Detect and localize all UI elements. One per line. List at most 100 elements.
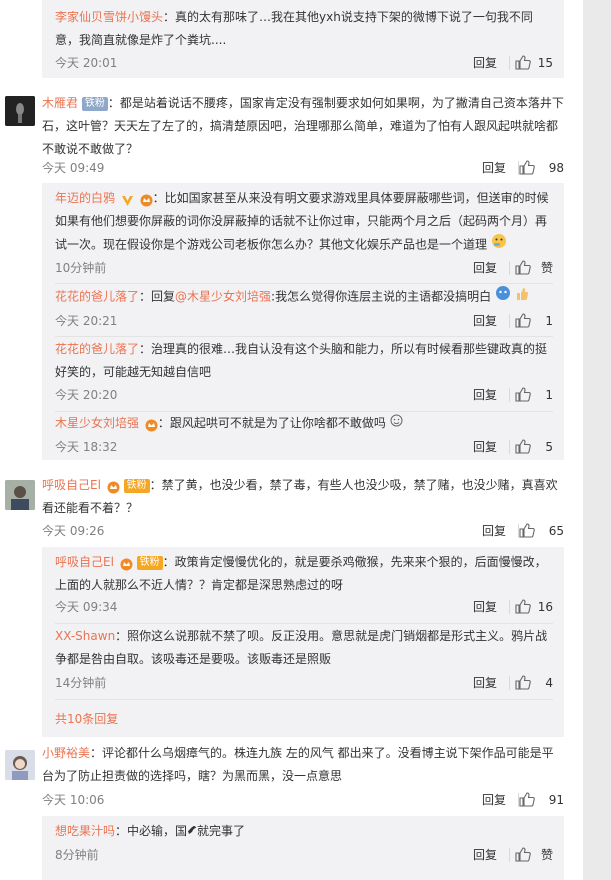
emoji-icon bbox=[390, 412, 403, 435]
sub-reply-box: 年迈的白鸦 ：比如国家甚至从来没有明文要求游戏里具体要屏蔽哪些词，但送审的时候如… bbox=[42, 183, 564, 460]
like-count: 1 bbox=[545, 388, 553, 402]
bird-emoji-icon bbox=[187, 820, 197, 843]
thumbs-up-icon bbox=[515, 260, 531, 275]
comment-content: ：都是站着说话不腰疼，国家肯定没有强制要求如何如果啊，为了撇清自己资本落井下石，… bbox=[42, 96, 564, 156]
comment-text: 呼吸自己El 铁粉 ：禁了黄，也没少看，禁了毒，有些人也没少吸，禁了赌，也没少赌，… bbox=[42, 474, 564, 520]
sub-reply-text: 呼吸自己El 铁粉 ：政策肯定慢慢优化的，就是要杀鸡儆猴，先来来个狠的，后面慢慢改… bbox=[55, 551, 553, 597]
divider bbox=[55, 699, 553, 700]
crown-badge-icon bbox=[145, 417, 158, 432]
timestamp: 今天 10:06 bbox=[42, 793, 105, 807]
avatar[interactable] bbox=[5, 750, 35, 780]
thumbs-up-icon bbox=[515, 55, 531, 70]
fan-badge: 铁粉 bbox=[123, 478, 150, 493]
divider bbox=[509, 388, 510, 402]
sub-reply-text: 年迈的白鸦 ：比如国家甚至从来没有明文要求游戏里具体要屏蔽哪些词，但送审的时候如… bbox=[55, 187, 553, 257]
like-count: 91 bbox=[548, 793, 564, 807]
sub-reply-box-top: 李家仙贝雪饼小馒头：真的太有那味了…我在其他yxh说支持下架的微博下说了一句我不… bbox=[42, 0, 564, 78]
username-link[interactable]: 想吃果汁吗 bbox=[55, 824, 115, 838]
username-link[interactable]: 呼吸自己El bbox=[42, 478, 101, 492]
reply-button[interactable]: 回复 bbox=[473, 597, 497, 617]
divider bbox=[509, 676, 510, 690]
like-count: 1 bbox=[545, 314, 553, 328]
reply-button[interactable]: 回复 bbox=[473, 311, 497, 331]
vip-icon bbox=[121, 192, 134, 206]
comment-meta: 今天 09:49 回复 98 bbox=[42, 158, 564, 178]
comment-meta: 今天 10:06 回复 91 bbox=[42, 790, 564, 810]
comment-item: 小野裕美：评论都什么乌烟瘴气的。株连九族 左的风气 都出来了。没看博主说下架作品… bbox=[0, 742, 583, 880]
like-count: 15 bbox=[537, 56, 553, 70]
username-link[interactable]: 小野裕美 bbox=[42, 746, 90, 760]
reply-meta: 今天 20:01 回复 15 bbox=[55, 53, 553, 73]
timestamp: 今天 09:34 bbox=[55, 600, 118, 614]
reply-button[interactable]: 回复 bbox=[473, 673, 497, 693]
timestamp: 8分钟前 bbox=[55, 848, 99, 862]
sub-reply-text: 花花的爸儿落了：回复@木星少女刘培强:我怎么觉得你连层主说的主语都没搞明白 bbox=[55, 285, 553, 309]
crown-badge-icon bbox=[140, 192, 153, 207]
username-link[interactable]: 花花的爸儿落了 bbox=[55, 290, 139, 304]
like-count: 5 bbox=[545, 440, 553, 454]
reply-button[interactable]: 回复 bbox=[482, 790, 506, 810]
face-emoji-icon bbox=[495, 285, 511, 309]
reply-meta: 今天 09:34 回复 16 bbox=[55, 597, 553, 617]
more-replies-link[interactable]: 共10条回复 bbox=[55, 709, 118, 729]
reply-button[interactable]: 回复 bbox=[473, 258, 497, 278]
sub-reply-text: 李家仙贝雪饼小馒头：真的太有那味了…我在其他yxh说支持下架的微博下说了一句我不… bbox=[55, 6, 553, 52]
divider bbox=[509, 314, 510, 328]
comment-content: ：评论都什么乌烟瘴气的。株连九族 左的风气 都出来了。没看博主说下架作品可能是平… bbox=[42, 746, 554, 783]
thumbs-up-icon bbox=[515, 847, 531, 862]
username-link[interactable]: 木星少女刘培强 bbox=[55, 416, 139, 430]
sub-reply-text: XX-Shawn：照你这么说那就不禁了呗。反正没用。意思就是虎门销烟都是形式主义… bbox=[55, 625, 553, 671]
crown-badge-icon bbox=[120, 556, 133, 571]
thumbs-up-emoji-icon bbox=[515, 285, 529, 309]
divider bbox=[509, 56, 510, 70]
divider bbox=[55, 623, 553, 624]
sub-reply-box: 呼吸自己El 铁粉 ：政策肯定慢慢优化的，就是要杀鸡儆猴，先来来个狠的，后面慢慢改… bbox=[42, 547, 564, 737]
reply-prefix: ：回复 bbox=[139, 289, 176, 304]
thumbs-up-icon bbox=[515, 599, 531, 614]
thumbs-up-icon bbox=[519, 792, 535, 807]
sub-reply-text: 想吃果汁吗：中必输，国 就完事了 bbox=[55, 820, 553, 843]
comment-content: ：禁了黄，也没少看，禁了毒，有些人也没少吸，禁了赌，也没少赌，真喜欢看还能看不着… bbox=[42, 478, 558, 515]
reply-button[interactable]: 回复 bbox=[473, 385, 497, 405]
fan-badge: 铁粉 bbox=[81, 96, 108, 111]
username-link[interactable]: 呼吸自己El bbox=[55, 555, 114, 569]
divider bbox=[509, 440, 510, 454]
divider bbox=[55, 283, 553, 284]
reply-content-after: 就完事了 bbox=[197, 824, 246, 838]
reply-meta: 今天 20:20 回复 1 bbox=[55, 385, 553, 405]
username-link[interactable]: 木雁君 bbox=[42, 96, 78, 110]
mention-link[interactable]: @木星少女刘培强 bbox=[175, 290, 271, 304]
like-count: 赞 bbox=[540, 261, 553, 275]
divider bbox=[509, 600, 510, 614]
thumbs-up-icon bbox=[515, 387, 531, 402]
like-count: 98 bbox=[548, 161, 564, 175]
avatar[interactable] bbox=[5, 480, 35, 510]
timestamp: 今天 18:32 bbox=[55, 440, 118, 454]
timestamp: 今天 09:26 bbox=[42, 524, 105, 538]
reply-button[interactable]: 回复 bbox=[473, 53, 497, 73]
fan-badge: 铁粉 bbox=[136, 555, 163, 570]
username-link[interactable]: 李家仙贝雪饼小馒头 bbox=[55, 10, 163, 24]
timestamp: 14分钟前 bbox=[55, 676, 107, 690]
avatar-image bbox=[5, 750, 35, 780]
thumbs-up-icon bbox=[515, 439, 531, 454]
username-link[interactable]: XX-Shawn bbox=[55, 629, 115, 643]
comment-text: 小野裕美：评论都什么乌烟瘴气的。株连九族 左的风气 都出来了。没看博主说下架作品… bbox=[42, 742, 564, 788]
username-link[interactable]: 花花的爸儿落了 bbox=[55, 342, 139, 356]
thumbs-up-icon bbox=[515, 675, 531, 690]
reply-button[interactable]: 回复 bbox=[482, 158, 506, 178]
sub-reply-box: 想吃果汁吗：中必输，国 就完事了 8分钟前 回复 赞 bbox=[42, 816, 564, 880]
scrollbar-track[interactable] bbox=[583, 0, 611, 880]
reply-button[interactable]: 回复 bbox=[482, 521, 506, 541]
like-count: 赞 bbox=[540, 848, 553, 862]
comment-item: 呼吸自己El 铁粉 ：禁了黄，也没少看，禁了毒，有些人也没少吸，禁了赌，也没少赌，… bbox=[0, 472, 583, 737]
reply-content: :我怎么觉得你连层主说的主语都没搞明白 bbox=[271, 289, 492, 304]
reply-meta: 今天 18:32 回复 5 bbox=[55, 437, 553, 457]
reply-button[interactable]: 回复 bbox=[473, 845, 497, 865]
username-link[interactable]: 年迈的白鸦 bbox=[55, 191, 115, 205]
avatar-image bbox=[5, 96, 35, 126]
like-count: 65 bbox=[548, 524, 564, 538]
avatar[interactable] bbox=[5, 96, 35, 126]
like-count: 4 bbox=[545, 676, 553, 690]
reply-button[interactable]: 回复 bbox=[473, 437, 497, 457]
